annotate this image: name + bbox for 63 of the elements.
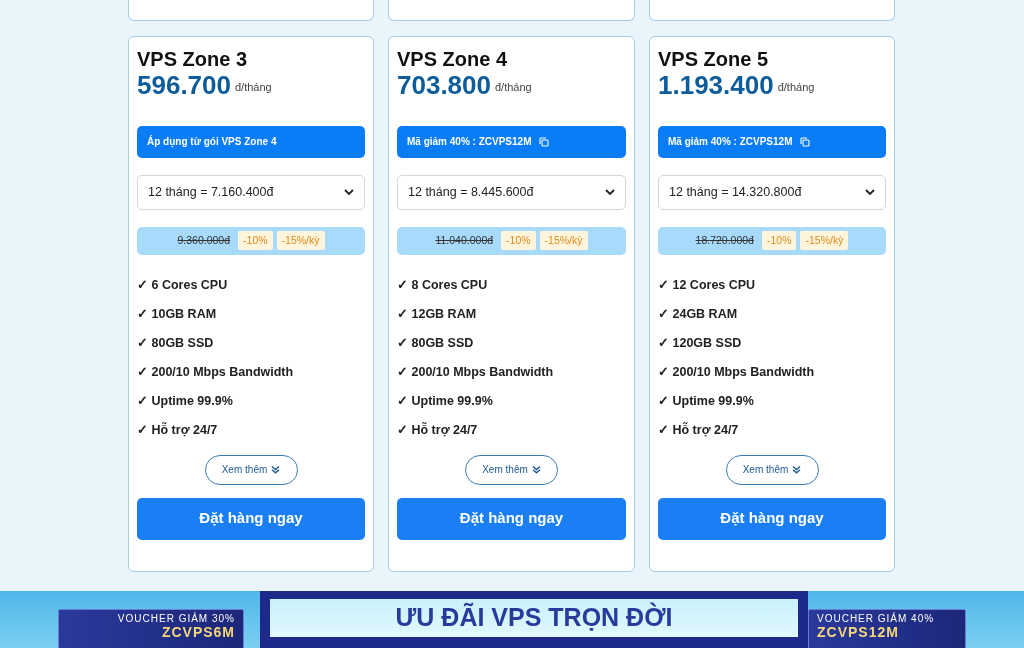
discount-tag: -15%/kỳ [800,230,849,251]
plan-name: VPS Zone 5 [658,47,770,71]
feature-item: ✓ 12GB RAM [397,305,478,323]
old-price: 11.040.000đ [435,232,494,248]
feature-item: ✓ 6 Cores CPU [137,276,229,294]
coupon-banner[interactable]: Mã giảm 40% : ZCVPS12M [397,125,626,158]
plan-price: 1.193.400 [658,71,774,100]
price-unit: đ/tháng [777,80,815,96]
feature-item: ✓ Hỗ trợ 24/7 [137,421,219,439]
old-price: 18.720.000đ [695,232,754,248]
copy-icon[interactable] [800,136,811,147]
banner-title: ƯU ĐÃI VPS TRỌN ĐỜI [270,599,798,637]
feature-item: ✓ Uptime 99.9% [397,392,494,410]
caret-icon [344,188,354,196]
promo-text: Áp dụng từ gói VPS Zone 4 [147,134,277,150]
discount-tag: -15%/kỳ [539,230,588,251]
feature-item: ✓ Hỗ trợ 24/7 [397,421,479,439]
feature-item: ✓ Hỗ trợ 24/7 [658,421,740,439]
price-unit: đ/tháng [235,80,272,96]
feature-item: ✓ Uptime 99.9% [137,392,234,410]
double-chevron-icon [792,465,802,475]
double-chevron-icon [271,465,281,475]
plan-name: VPS Zone 3 [137,47,249,71]
plan-price: 703.800 [397,71,491,100]
plan-price: 596.700 [137,71,231,100]
billing-select[interactable]: 12 tháng = 8.445.600đ [397,174,626,210]
feature-item: ✓ Uptime 99.9% [658,392,755,410]
old-price: 9.360.000đ [177,232,231,248]
feature-item: ✓ 24GB RAM [658,305,739,323]
caret-icon [865,188,875,196]
more-button[interactable]: Xem thêm [204,454,298,485]
plan-name: VPS Zone 4 [397,47,509,71]
feature-item: ✓ 120GB SSD [658,334,743,352]
order-button[interactable]: Đặt hàng ngay [658,497,886,540]
double-chevron-icon [531,465,541,475]
voucher-label: VOUCHER GIẢM 30% [116,614,235,625]
more-button[interactable]: Xem thêm [465,454,558,485]
discount-tag: -10% [238,230,273,251]
coupon-banner[interactable]: Mã giảm 40% : ZCVPS12M [658,125,886,158]
voucher-code: ZCVPS12M [817,624,900,640]
voucher-code: ZCVPS6M [160,624,235,640]
discount-tag: -10% [501,230,536,251]
voucher-label: VOUCHER GIẢM 40% [817,614,936,625]
caret-icon [605,188,615,196]
feature-item: ✓ 80GB SSD [397,334,475,352]
feature-item: ✓ 80GB SSD [137,334,215,352]
feature-item: ✓ 8 Cores CPU [397,276,489,294]
discount-tag: -10% [761,230,797,251]
order-button[interactable]: Đặt hàng ngay [397,497,626,540]
feature-item: ✓ 200/10 Mbps Bandwidth [658,363,816,381]
more-button[interactable]: Xem thêm [725,454,819,485]
price-unit: đ/tháng [495,80,532,96]
feature-item: ✓ 12 Cores CPU [658,276,757,294]
copy-icon[interactable] [539,136,550,147]
billing-select[interactable]: 12 tháng = 7.160.400đ [137,174,365,210]
order-button[interactable]: Đặt hàng ngay [137,497,365,540]
discount-tag: -15%/kỳ [276,230,325,251]
billing-select[interactable]: 12 tháng = 14.320.800đ [658,174,886,210]
coupon-text: Mã giảm 40% : ZCVPS12M [407,135,532,150]
feature-item: ✓ 200/10 Mbps Bandwidth [137,363,295,381]
coupon-text: Mã giảm 40% : ZCVPS12M [668,135,793,150]
feature-item: ✓ 10GB RAM [137,305,218,323]
feature-item: ✓ 200/10 Mbps Bandwidth [397,363,555,381]
